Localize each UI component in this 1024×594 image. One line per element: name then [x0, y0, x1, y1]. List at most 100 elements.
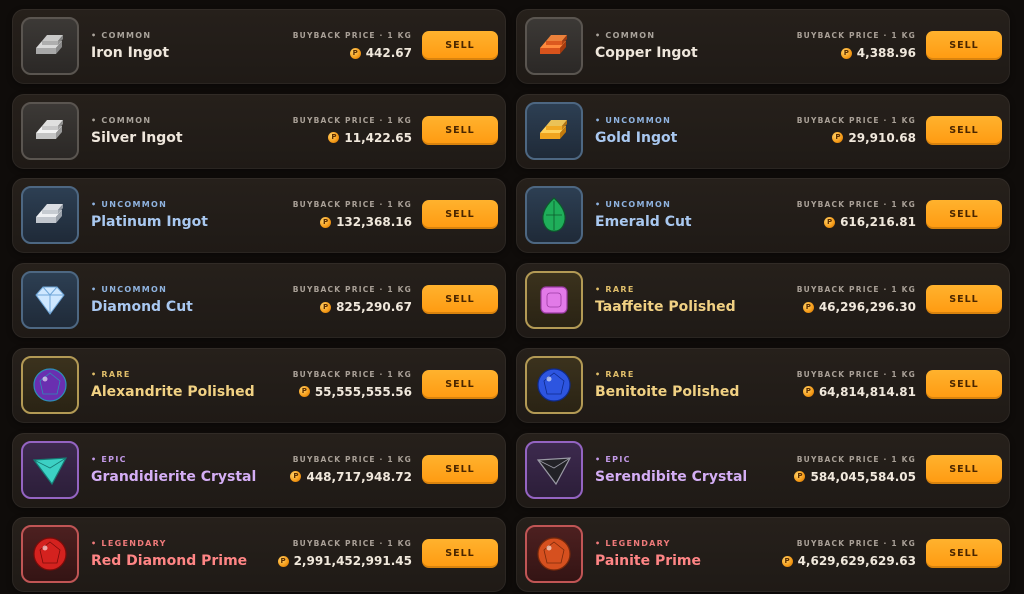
copper-ingot-icon [525, 17, 583, 75]
item-card: COMMON Copper Ingot BUYBACK PRICE · 1 KG… [516, 9, 1010, 84]
rarity-label: LEGENDARY [595, 539, 671, 548]
buyback-price: P 4,629,629,629.63 [781, 554, 916, 569]
sell-button[interactable]: SELL [926, 539, 1002, 569]
rarity-label: UNCOMMON [595, 200, 671, 209]
coin-icon: P [802, 301, 814, 313]
sell-button[interactable]: SELL [926, 454, 1002, 484]
price-value: 4,388.96 [856, 46, 916, 60]
coin-icon: P [781, 555, 793, 567]
rarity-label: UNCOMMON [91, 285, 167, 294]
sell-button[interactable]: SELL [422, 454, 498, 484]
item-card: LEGENDARY Painite Prime BUYBACK PRICE · … [516, 517, 1010, 593]
rarity-label: UNCOMMON [595, 116, 671, 125]
buyback-price: P 448,717,948.72 [290, 470, 412, 484]
rarity-label: RARE [595, 370, 635, 379]
buyback-price-label: BUYBACK PRICE · 1 KG [292, 539, 412, 549]
iron-ingot-icon [21, 17, 79, 75]
buyback-price: P 64,814,814.81 [802, 384, 916, 399]
buyback-price: P 616,216.81 [824, 215, 916, 229]
buyback-price-label: BUYBACK PRICE · 1 KG [796, 200, 916, 210]
item-name: Alexandrite Polished [91, 383, 255, 400]
sell-button[interactable]: SELL [926, 285, 1002, 315]
price-value: 11,422.65 [344, 130, 412, 145]
rarity-label: EPIC [595, 455, 631, 464]
sell-button[interactable]: SELL [422, 200, 498, 230]
coin-icon: P [320, 216, 332, 228]
rarity-label: RARE [91, 370, 131, 379]
item-card: RARE Benitoite Polished BUYBACK PRICE · … [516, 347, 1010, 423]
item-name: Serendibite Crystal [595, 468, 748, 485]
item-grid: COMMON Iron Ingot BUYBACK PRICE · 1 KG P… [0, 0, 1024, 594]
coin-icon: P [802, 386, 814, 398]
item-name: Copper Ingot [595, 45, 698, 61]
sell-button[interactable]: SELL [926, 31, 1002, 60]
buyback-price: P 132,368.16 [320, 215, 412, 229]
sell-button[interactable]: SELL [422, 115, 498, 145]
sell-button[interactable]: SELL [926, 369, 1002, 399]
price-value: 4,629,629,629.63 [797, 554, 916, 569]
price-value: 55,555,555.56 [314, 384, 412, 399]
buyback-price-label: BUYBACK PRICE · 1 KG [796, 454, 916, 464]
buyback-price-label: BUYBACK PRICE · 1 KG [796, 115, 916, 125]
price-value: 46,296,296.30 [818, 300, 916, 315]
buyback-price-label: BUYBACK PRICE · 1 KG [796, 369, 916, 379]
price-value: 448,717,948.72 [306, 469, 412, 484]
rarity-label: UNCOMMON [91, 200, 167, 209]
sell-button[interactable]: SELL [926, 200, 1002, 230]
price-value: 29,910.68 [848, 130, 916, 145]
platinum-ingot-icon [21, 186, 79, 245]
price-value: 2,991,452,991.45 [293, 554, 412, 569]
price-value: 584,045,584.05 [810, 469, 916, 484]
item-name: Silver Ingot [91, 129, 183, 146]
item-name: Painite Prime [595, 553, 702, 570]
item-name: Platinum Ingot [91, 214, 208, 231]
rarity-label: RARE [595, 285, 635, 294]
sell-button[interactable]: SELL [422, 31, 498, 60]
sell-button[interactable]: SELL [422, 285, 498, 315]
item-card: UNCOMMON Emerald Cut BUYBACK PRICE · 1 K… [516, 178, 1010, 254]
rarity-label: EPIC [91, 455, 127, 464]
coin-icon: P [349, 47, 361, 59]
buyback-price: P 11,422.65 [328, 131, 412, 145]
painite-gem-icon [525, 525, 583, 584]
buyback-price-label: BUYBACK PRICE · 1 KG [292, 454, 412, 464]
item-name: Red Diamond Prime [91, 553, 248, 570]
sell-button[interactable]: SELL [926, 115, 1002, 145]
item-card: RARE Taaffeite Polished BUYBACK PRICE · … [516, 263, 1010, 339]
grandidierite-crystal-icon [21, 440, 79, 499]
rarity-label: COMMON [91, 116, 151, 125]
taaffeite-gem-icon [525, 271, 583, 330]
item-card: UNCOMMON Gold Ingot BUYBACK PRICE · 1 KG… [516, 93, 1010, 169]
item-name: Gold Ingot [595, 129, 678, 146]
item-card: LEGENDARY Red Diamond Prime BUYBACK PRIC… [12, 517, 506, 593]
item-card: UNCOMMON Diamond Cut BUYBACK PRICE · 1 K… [12, 263, 506, 339]
rarity-label: COMMON [595, 31, 655, 40]
red-diamond-gem-icon [21, 525, 79, 584]
item-card: COMMON Silver Ingot BUYBACK PRICE · 1 KG… [12, 93, 506, 169]
sell-button[interactable]: SELL [422, 369, 498, 399]
coin-icon: P [290, 471, 302, 483]
buyback-price: P 4,388.96 [840, 46, 916, 60]
item-card: COMMON Iron Ingot BUYBACK PRICE · 1 KG P… [12, 9, 506, 84]
sell-button[interactable]: SELL [422, 539, 498, 569]
buyback-price: P 442.67 [349, 46, 412, 60]
buyback-price-label: BUYBACK PRICE · 1 KG [796, 285, 916, 295]
buyback-price-label: BUYBACK PRICE · 1 KG [292, 31, 412, 40]
buyback-price-label: BUYBACK PRICE · 1 KG [292, 115, 412, 125]
price-value: 64,814,814.81 [818, 384, 916, 399]
buyback-price: P 825,290.67 [320, 300, 412, 314]
coin-icon: P [794, 471, 806, 483]
buyback-price: P 29,910.68 [832, 131, 916, 145]
buyback-price-label: BUYBACK PRICE · 1 KG [292, 285, 412, 295]
item-card: UNCOMMON Platinum Ingot BUYBACK PRICE · … [12, 178, 506, 254]
item-card: RARE Alexandrite Polished BUYBACK PRICE … [12, 347, 506, 423]
alexandrite-gem-icon [21, 355, 79, 414]
coin-icon: P [277, 555, 289, 567]
item-name: Taaffeite Polished [595, 299, 736, 316]
benitoite-gem-icon [525, 355, 583, 414]
price-value: 616,216.81 [840, 215, 916, 230]
coin-icon: P [320, 301, 332, 313]
buyback-price: P 46,296,296.30 [802, 300, 916, 315]
coin-icon: P [840, 47, 852, 59]
item-name: Iron Ingot [91, 45, 170, 61]
